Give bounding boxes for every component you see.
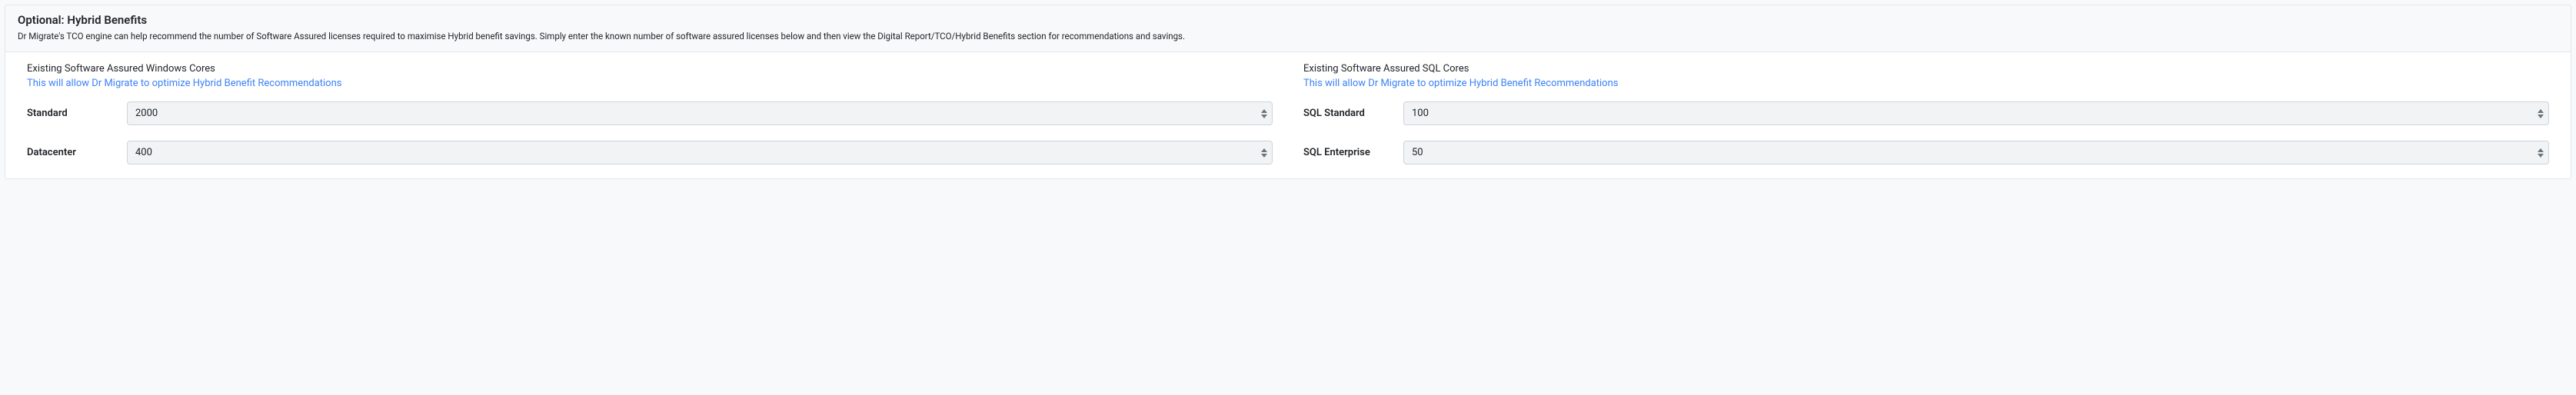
windows-optimize-link[interactable]: This will allow Dr Migrate to optimize H… [27,78,342,89]
stepper-up-icon[interactable] [1260,108,1268,114]
sql-standard-row: SQL Standard [1303,101,2549,125]
stepper-up-icon[interactable] [2537,148,2544,153]
panel-title: Optional: Hybrid Benefits [18,13,2558,27]
datacenter-row: Datacenter [27,141,1273,164]
datacenter-label: Datacenter [27,147,127,158]
sql-enterprise-label: SQL Enterprise [1303,147,1403,158]
stepper-down-icon[interactable] [2537,153,2544,158]
stepper-up-icon[interactable] [1260,148,1268,153]
stepper-up-icon[interactable] [2537,108,2544,114]
sql-enterprise-stepper [2537,148,2544,158]
datacenter-stepper [1260,148,1268,158]
stepper-down-icon[interactable] [2537,114,2544,119]
standard-row: Standard [27,101,1273,125]
sql-standard-input[interactable] [1403,101,2549,125]
panel-header: Optional: Hybrid Benefits Dr Migrate's T… [5,5,2571,52]
windows-heading: Existing Software Assured Windows Cores [27,63,1273,75]
windows-cores-column: Existing Software Assured Windows Cores … [27,63,1273,164]
stepper-down-icon[interactable] [1260,153,1268,158]
stepper-down-icon[interactable] [1260,114,1268,119]
standard-stepper [1260,108,1268,119]
sql-enterprise-input[interactable] [1403,141,2549,164]
hybrid-benefits-panel: Optional: Hybrid Benefits Dr Migrate's T… [5,5,2571,179]
sql-cores-column: Existing Software Assured SQL Cores This… [1303,63,2549,164]
panel-body: Existing Software Assured Windows Cores … [5,52,2571,178]
standard-input[interactable] [127,101,1273,125]
panel-description: Dr Migrate's TCO engine can help recomme… [18,30,2558,42]
sql-standard-stepper [2537,108,2544,119]
standard-label: Standard [27,108,127,119]
sql-heading: Existing Software Assured SQL Cores [1303,63,2549,75]
sql-standard-label: SQL Standard [1303,108,1403,119]
sql-enterprise-row: SQL Enterprise [1303,141,2549,164]
sql-optimize-link[interactable]: This will allow Dr Migrate to optimize H… [1303,78,1619,89]
datacenter-input[interactable] [127,141,1273,164]
